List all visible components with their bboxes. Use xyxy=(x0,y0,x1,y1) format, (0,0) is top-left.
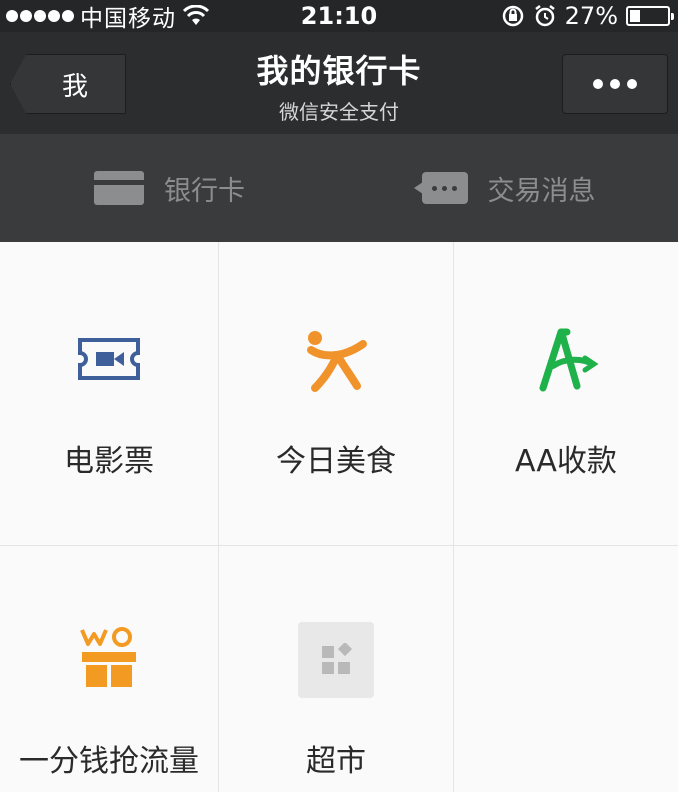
empty-grid-cell xyxy=(454,546,678,792)
service-label: 超市 xyxy=(306,744,366,779)
tab-transaction-messages-label: 交易消息 xyxy=(487,175,596,207)
rotation-lock-icon xyxy=(502,5,523,27)
nav-title-group: 我的银行卡 微信安全支付 xyxy=(170,46,508,125)
signal-strength-icon xyxy=(6,10,74,22)
service-label: 今日美食 xyxy=(276,444,396,479)
wifi-icon xyxy=(182,5,210,25)
service-label: 电影票 xyxy=(64,444,154,479)
service-one-cent-data[interactable]: 一分钱抢流量 xyxy=(0,546,219,792)
alarm-clock-icon xyxy=(534,5,555,27)
status-right: 27% xyxy=(501,2,674,30)
status-bar: 中国移动 21:10 27% xyxy=(0,0,678,32)
battery-icon xyxy=(626,6,674,26)
tab-transaction-messages[interactable]: 交易消息 xyxy=(339,134,678,242)
navigation-bar: 我 我的银行卡 微信安全支付 xyxy=(0,32,678,134)
services-grid: 电影票 今日美食 AA收款 一分钱抢流量 超市 xyxy=(0,242,678,792)
service-label: 一分钱抢流量 xyxy=(19,744,199,779)
aa-collect-icon xyxy=(539,328,599,392)
tab-bank-cards-label: 银行卡 xyxy=(164,175,245,207)
service-movie-tickets[interactable]: 电影票 xyxy=(0,242,219,546)
tab-bank-cards[interactable]: 银行卡 xyxy=(0,134,339,242)
back-button[interactable]: 我 xyxy=(10,54,126,114)
movie-ticket-icon xyxy=(78,338,140,380)
more-options-button[interactable] xyxy=(562,54,668,114)
service-aa-collection[interactable]: AA收款 xyxy=(454,242,678,546)
page-subtitle: 微信安全支付 xyxy=(279,100,399,124)
service-label: AA收款 xyxy=(515,444,617,479)
status-left: 中国移动 xyxy=(6,0,210,33)
service-today-food[interactable]: 今日美食 xyxy=(219,242,454,546)
carrier-name: 中国移动 xyxy=(80,6,176,32)
more-dots-icon xyxy=(593,79,603,89)
food-person-icon xyxy=(307,331,367,392)
page-title: 我的银行卡 xyxy=(256,52,422,90)
bank-card-icon xyxy=(94,171,144,205)
battery-level-fill xyxy=(630,10,640,22)
message-icon xyxy=(413,172,468,204)
supermarket-icon xyxy=(322,643,353,674)
supermarket-tile xyxy=(298,622,374,698)
service-supermarket[interactable]: 超市 xyxy=(219,546,454,792)
battery-percentage: 27% xyxy=(564,2,618,30)
tab-strip: 银行卡 交易消息 xyxy=(0,134,678,242)
gift-box-icon xyxy=(80,627,136,687)
